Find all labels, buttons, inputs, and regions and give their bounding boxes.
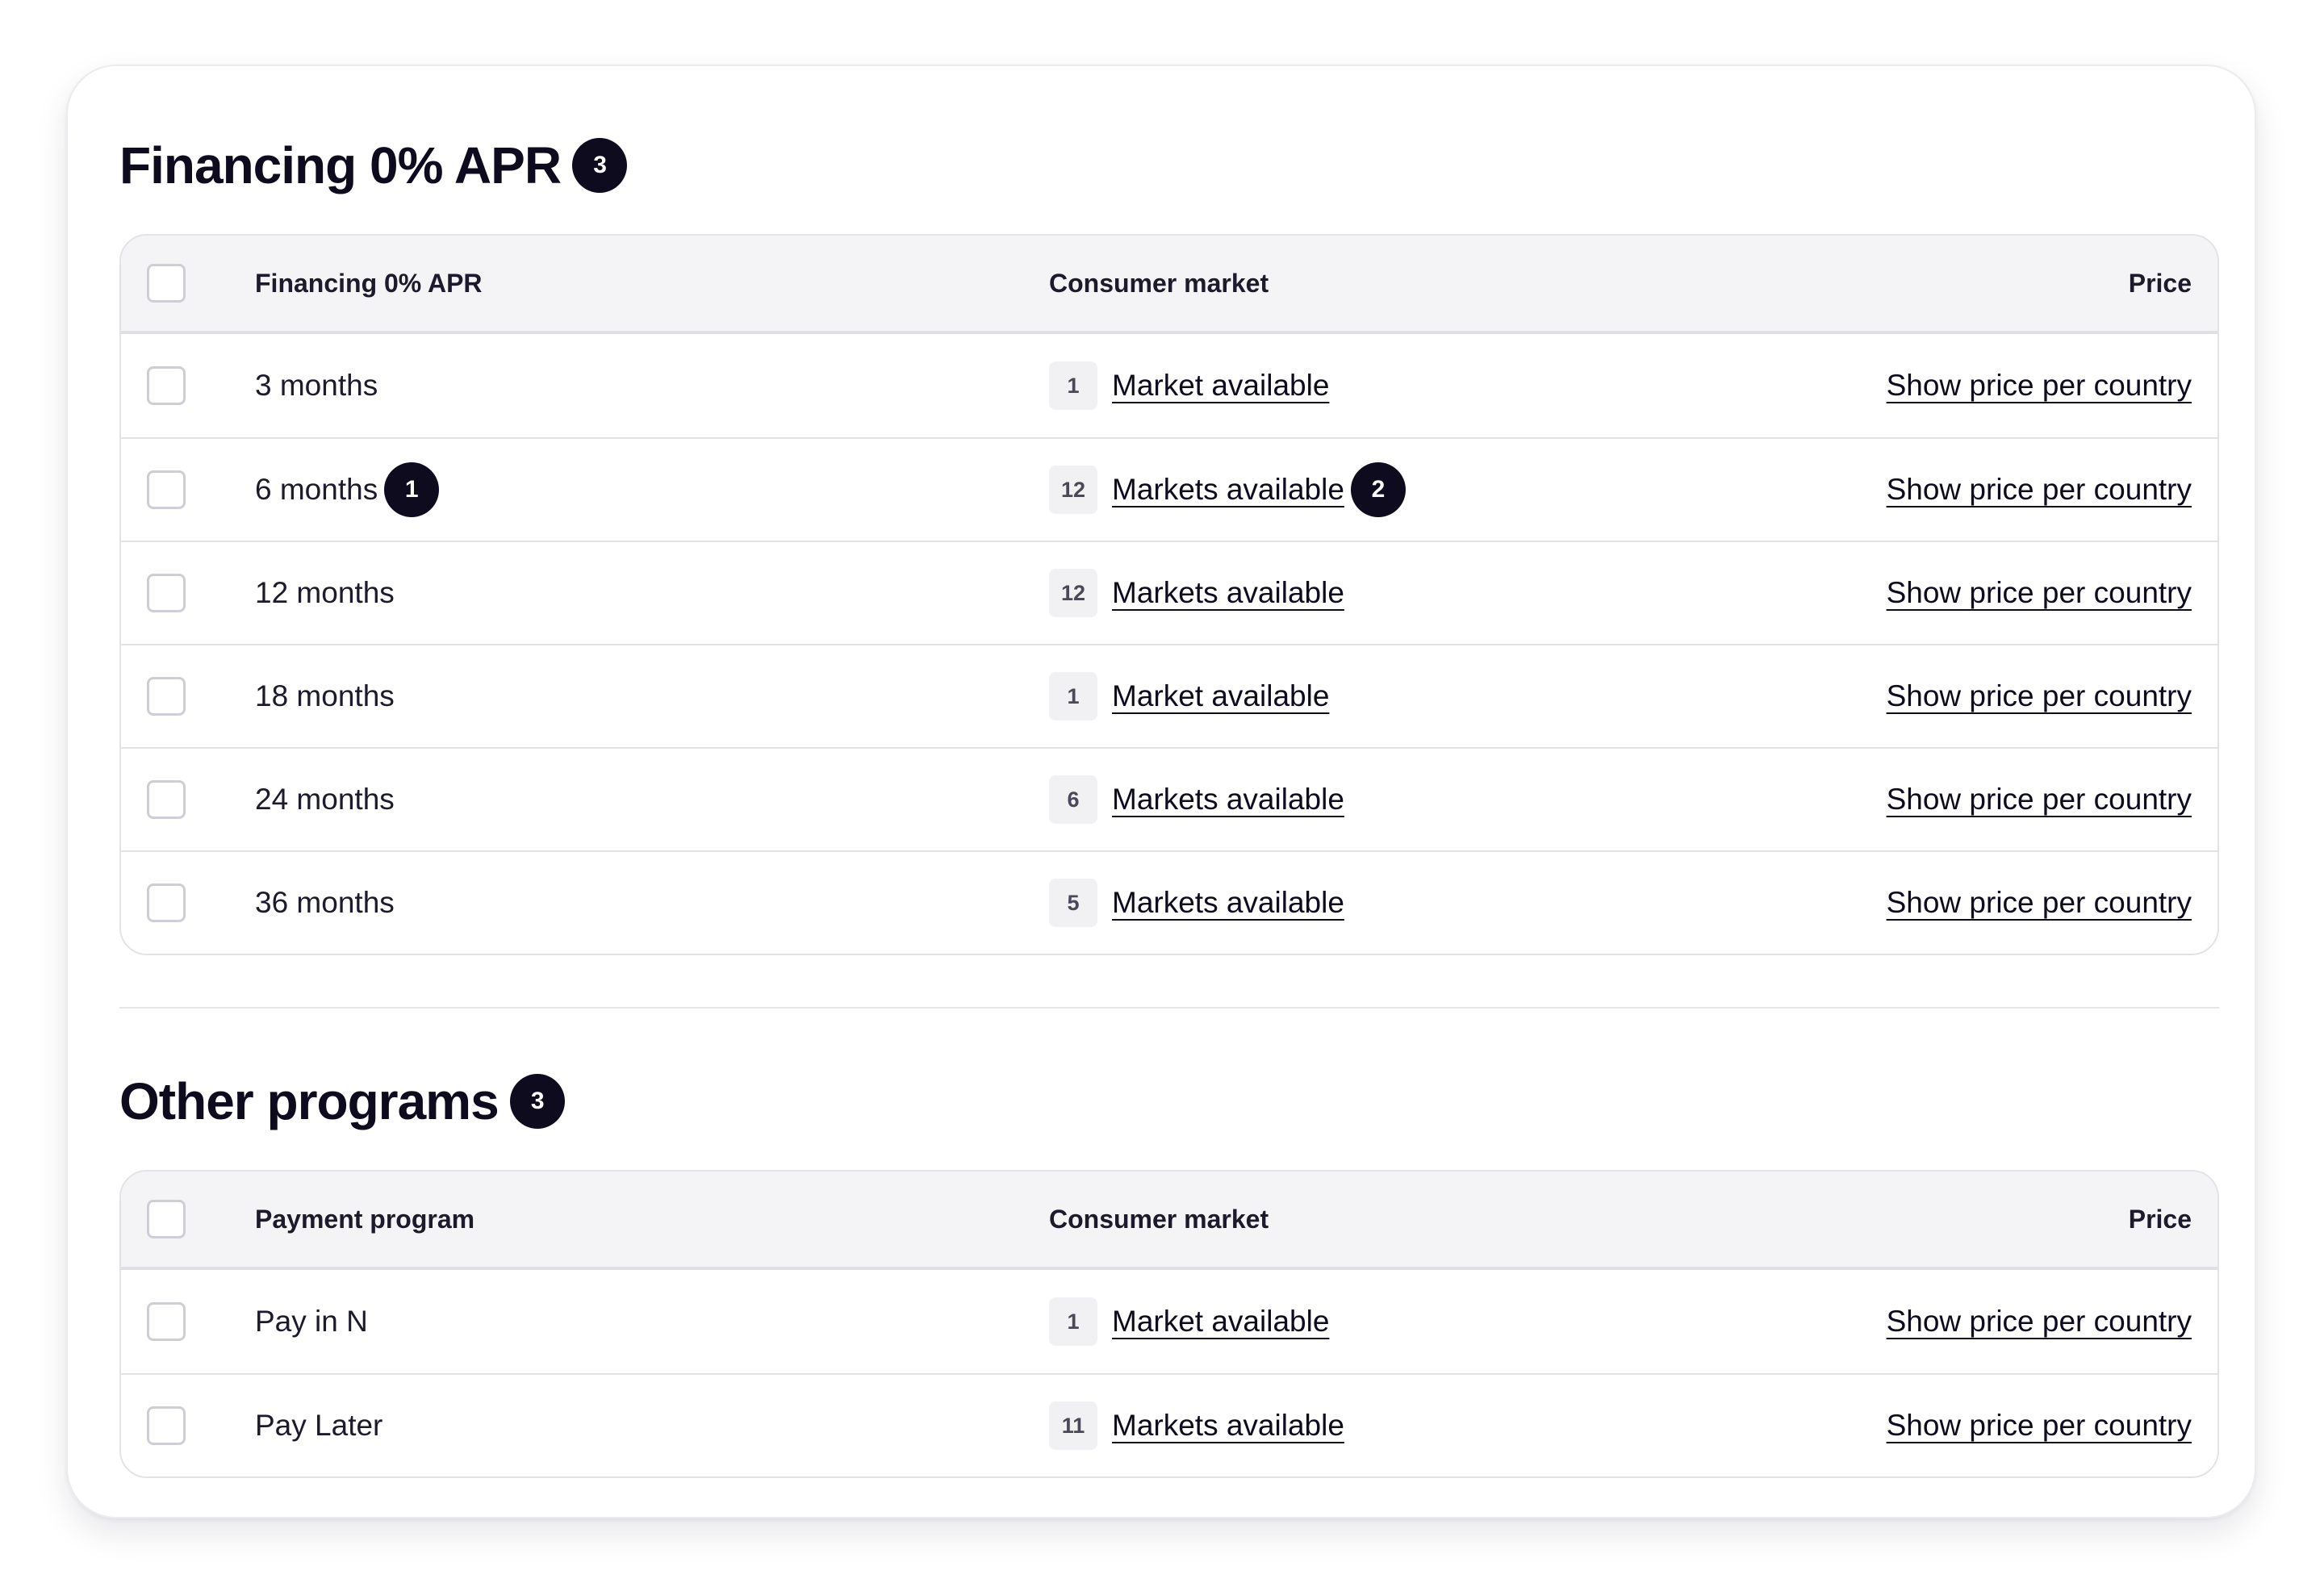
row-checkbox[interactable] — [147, 366, 186, 405]
financing-section: Financing 0% APR 3 Financing 0% APR Cons… — [119, 132, 2219, 955]
term-label: 24 months — [255, 783, 395, 816]
market-cell: 6 Markets available — [1049, 775, 1344, 824]
column-header-name: Payment program — [255, 1204, 475, 1234]
market-count-chip: 11 — [1049, 1401, 1097, 1450]
market-count-chip: 5 — [1049, 879, 1097, 927]
annotation-badge: 2 — [1350, 462, 1406, 517]
table-row: 6 months 1 12 Markets available 2 Show p… — [121, 437, 2217, 541]
row-checkbox[interactable] — [147, 883, 186, 922]
market-count-chip: 12 — [1049, 569, 1097, 617]
section-count-badge: 3 — [572, 138, 628, 193]
program-label: Pay in N — [255, 1305, 368, 1338]
section-divider — [119, 1007, 2219, 1009]
market-count-chip: 1 — [1049, 672, 1097, 720]
term-label: 36 months — [255, 886, 395, 919]
column-header-price: Price — [2128, 1204, 2192, 1234]
section-count-badge: 3 — [509, 1074, 565, 1129]
section-heading: Financing 0% APR 3 — [119, 132, 2219, 198]
market-cell: 12 Markets available — [1049, 569, 1344, 617]
market-count-chip: 12 — [1049, 466, 1097, 514]
market-cell: 1 Market available — [1049, 361, 1329, 410]
table-row: 12 months 12 Markets available Show pric… — [121, 541, 2217, 644]
market-cell: 11 Markets available — [1049, 1401, 1344, 1450]
term-label: 18 months — [255, 679, 395, 712]
markets-available-link[interactable]: Markets available — [1112, 1409, 1344, 1443]
select-all-checkbox[interactable] — [147, 1200, 186, 1238]
section-title: Other programs — [119, 1072, 499, 1130]
program-label: Pay Later — [255, 1409, 383, 1442]
markets-available-link[interactable]: Markets available — [1112, 576, 1344, 610]
row-checkbox[interactable] — [147, 677, 186, 716]
table-row: 3 months 1 Market available Show price p… — [121, 334, 2217, 437]
markets-available-link[interactable]: Market available — [1112, 369, 1329, 403]
markets-available-link[interactable]: Markets available — [1112, 783, 1344, 817]
row-checkbox[interactable] — [147, 1406, 186, 1445]
show-price-link[interactable]: Show price per country — [1887, 576, 2192, 610]
select-all-checkbox[interactable] — [147, 264, 186, 303]
table-row: 18 months 1 Market available Show price … — [121, 644, 2217, 747]
markets-available-link[interactable]: Market available — [1112, 679, 1329, 713]
row-checkbox[interactable] — [147, 470, 186, 509]
show-price-link[interactable]: Show price per country — [1887, 679, 2192, 713]
table-row: 24 months 6 Markets available Show price… — [121, 747, 2217, 850]
show-price-link[interactable]: Show price per country — [1887, 783, 2192, 817]
market-count-chip: 1 — [1049, 361, 1097, 410]
market-cell: 12 Markets available 2 — [1049, 462, 1406, 517]
row-checkbox[interactable] — [147, 1302, 186, 1341]
table-row: 36 months 5 Markets available Show price… — [121, 850, 2217, 954]
section-heading: Other programs 3 — [119, 1068, 2219, 1134]
table-row: Pay Later 11 Markets available Show pric… — [121, 1373, 2217, 1476]
annotation-badge: 1 — [384, 462, 440, 517]
show-price-link[interactable]: Show price per country — [1887, 473, 2192, 507]
term-cell: 6 months 1 — [255, 462, 440, 517]
show-price-link[interactable]: Show price per country — [1887, 1305, 2192, 1339]
show-price-link[interactable]: Show price per country — [1887, 886, 2192, 920]
show-price-link[interactable]: Show price per country — [1887, 369, 2192, 403]
financing-table: Financing 0% APR Consumer market Price 3… — [119, 234, 2219, 955]
markets-available-link[interactable]: Markets available — [1112, 886, 1344, 920]
table-header-row: Payment program Consumer market Price — [121, 1172, 2217, 1270]
market-count-chip: 1 — [1049, 1297, 1097, 1346]
column-header-price: Price — [2128, 268, 2192, 298]
other-programs-table: Payment program Consumer market Price Pa… — [119, 1170, 2219, 1478]
show-price-link[interactable]: Show price per country — [1887, 1409, 2192, 1443]
markets-available-link[interactable]: Markets available — [1112, 473, 1344, 507]
market-cell: 1 Market available — [1049, 672, 1329, 720]
markets-available-link[interactable]: Market available — [1112, 1305, 1329, 1339]
programs-card: Financing 0% APR 3 Financing 0% APR Cons… — [66, 65, 2256, 1518]
column-header-market: Consumer market — [1049, 268, 1269, 298]
market-count-chip: 6 — [1049, 775, 1097, 824]
market-cell: 1 Market available — [1049, 1297, 1329, 1346]
term-label: 6 months — [255, 473, 378, 506]
term-label: 3 months — [255, 369, 378, 402]
term-label: 12 months — [255, 576, 395, 609]
row-checkbox[interactable] — [147, 574, 186, 612]
other-programs-section: Other programs 3 Payment program Consume… — [119, 1068, 2219, 1478]
market-cell: 5 Markets available — [1049, 879, 1344, 927]
table-header-row: Financing 0% APR Consumer market Price — [121, 236, 2217, 334]
table-row: Pay in N 1 Market available Show price p… — [121, 1270, 2217, 1373]
row-checkbox[interactable] — [147, 780, 186, 819]
section-title: Financing 0% APR — [119, 136, 562, 194]
column-header-name: Financing 0% APR — [255, 268, 483, 298]
column-header-market: Consumer market — [1049, 1204, 1269, 1234]
